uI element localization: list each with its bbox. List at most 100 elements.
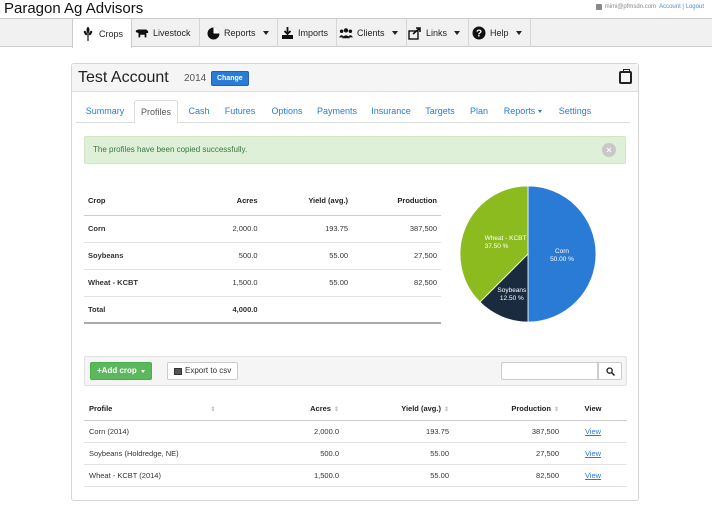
nav-imports[interactable]: Imports bbox=[272, 19, 338, 47]
pie-label: Soybeans bbox=[497, 287, 527, 294]
users-icon bbox=[339, 26, 353, 40]
profiles-toolbar: +Add crop Export to csv bbox=[84, 356, 627, 386]
profile-name: Wheat - KCBT (2014) bbox=[84, 464, 264, 487]
export-csv-button[interactable]: Export to csv bbox=[167, 362, 239, 380]
col-profile-label: Profile bbox=[89, 404, 113, 414]
search-button[interactable] bbox=[598, 362, 622, 380]
nav-imports-label: Imports bbox=[298, 28, 329, 38]
export-icon bbox=[174, 367, 182, 375]
success-alert: The profiles have been copied successful… bbox=[84, 136, 626, 164]
tab-options[interactable]: Options bbox=[269, 100, 305, 122]
col-yield-label: Yield (avg.) bbox=[401, 404, 441, 414]
col-profile[interactable]: Profile ⇕ bbox=[84, 398, 264, 421]
pie-percent-label: 12.50 % bbox=[500, 295, 524, 302]
profile-acres: 2,000.0 bbox=[264, 420, 339, 443]
nav-livestock-label: Livestock bbox=[153, 28, 191, 38]
table-row: Wheat - KCBT (2014) 1,500.0 55.00 82,500… bbox=[84, 464, 627, 487]
crop-yield: 55.00 bbox=[259, 269, 351, 297]
nav-clients[interactable]: Clients bbox=[331, 19, 407, 47]
chevron-down-icon bbox=[140, 369, 145, 373]
profile-production: 387,500 bbox=[449, 420, 559, 443]
pie-percent-label: 50.00 % bbox=[550, 256, 574, 263]
lock-icon bbox=[595, 4, 602, 10]
crop-summary-table: Crop Acres Yield (avg.) Production Corn … bbox=[84, 187, 441, 324]
search-icon bbox=[605, 366, 615, 376]
account-tabs: Summary Profiles Cash Futures Options Pa… bbox=[76, 100, 630, 123]
col-production-label: Production bbox=[511, 404, 551, 414]
svg-text:?: ? bbox=[476, 29, 482, 40]
tab-plan[interactable]: Plan bbox=[468, 100, 490, 122]
nav-crops[interactable]: Crops bbox=[72, 19, 133, 48]
chevron-down-icon bbox=[262, 31, 269, 35]
crop-name: Corn bbox=[84, 215, 203, 243]
profile-yield: 193.75 bbox=[339, 420, 449, 443]
account-header: Test Account 2014 Change bbox=[72, 64, 638, 92]
table-row: Corn (2014) 2,000.0 193.75 387,500 View bbox=[84, 420, 627, 443]
tab-summary[interactable]: Summary bbox=[84, 100, 126, 122]
main-navbar: Crops Livestock Reports Imports Clients … bbox=[0, 18, 712, 48]
profile-production: 27,500 bbox=[449, 442, 559, 465]
user-menu[interactable]: mimi@pfmsdn.com Account | Logout bbox=[595, 4, 704, 10]
add-crop-button[interactable]: +Add crop bbox=[90, 362, 152, 380]
tab-futures[interactable]: Futures bbox=[222, 100, 258, 122]
col-production[interactable]: Production ⇕ bbox=[449, 398, 559, 421]
profile-acres: 500.0 bbox=[264, 442, 339, 465]
nav-livestock[interactable]: Livestock bbox=[127, 19, 200, 47]
nav-reports[interactable]: Reports bbox=[198, 19, 278, 47]
sort-icon: ⇕ bbox=[210, 407, 216, 414]
account-links[interactable]: Account | Logout bbox=[659, 4, 704, 10]
view-link[interactable]: View bbox=[585, 427, 601, 436]
profile-acres: 1,500.0 bbox=[264, 464, 339, 487]
col-yield: Yield (avg.) bbox=[259, 187, 351, 216]
table-header-row: Crop Acres Yield (avg.) Production bbox=[84, 187, 441, 216]
nav-help[interactable]: ? Help bbox=[464, 19, 531, 47]
col-acres-label: Acres bbox=[310, 404, 331, 414]
crop-yield: 55.00 bbox=[259, 242, 351, 270]
col-yield[interactable]: Yield (avg.) ⇕ bbox=[339, 398, 449, 421]
nav-links-label: Links bbox=[426, 28, 448, 38]
view-link[interactable]: View bbox=[585, 449, 601, 458]
share-icon bbox=[408, 26, 422, 40]
table-row: Soybeans 500.0 55.00 27,500 bbox=[84, 242, 441, 270]
tab-cash[interactable]: Cash bbox=[186, 100, 212, 122]
briefcase-icon[interactable] bbox=[619, 69, 632, 84]
col-crop: Crop bbox=[84, 187, 203, 216]
search-input[interactable] bbox=[501, 362, 598, 380]
tab-insurance[interactable]: Insurance bbox=[369, 100, 413, 122]
table-row: Corn 2,000.0 193.75 387,500 bbox=[84, 215, 441, 243]
crop-name: Soybeans bbox=[84, 242, 203, 270]
crop-production: 82,500 bbox=[350, 269, 441, 297]
profile-production: 82,500 bbox=[449, 464, 559, 487]
col-acres[interactable]: Acres ⇕ bbox=[264, 398, 339, 421]
change-button[interactable]: Change bbox=[211, 71, 249, 86]
user-email: mimi@pfmsdn.com bbox=[604, 4, 657, 10]
table-header-row: Profile ⇕ Acres ⇕ Yield (avg.) ⇕ Production… bbox=[84, 398, 627, 421]
tab-targets[interactable]: Targets bbox=[422, 100, 458, 122]
table-row: Wheat - KCBT 1,500.0 55.00 82,500 bbox=[84, 269, 441, 297]
cow-icon bbox=[135, 26, 149, 40]
add-crop-label: +Add crop bbox=[97, 366, 137, 375]
tab-reports[interactable]: Reports bbox=[502, 100, 544, 122]
sort-icon: ⇕ bbox=[443, 407, 449, 414]
nav-links[interactable]: Links bbox=[400, 19, 470, 47]
sort-icon: ⇕ bbox=[553, 407, 559, 414]
view-link[interactable]: View bbox=[585, 471, 601, 480]
close-icon[interactable]: × bbox=[602, 143, 616, 157]
total-acres: 4,000.0 bbox=[202, 296, 260, 324]
tab-payments[interactable]: Payments bbox=[315, 100, 359, 122]
profile-yield: 55.00 bbox=[339, 442, 449, 465]
crop-yield: 193.75 bbox=[259, 215, 351, 243]
nav-clients-label: Clients bbox=[357, 28, 385, 38]
total-row: Total 4,000.0 bbox=[84, 296, 441, 324]
profile-yield: 55.00 bbox=[339, 464, 449, 487]
chevron-down-icon bbox=[515, 31, 522, 35]
crop-pie-chart: Corn50.00 % Soybeans12.50 % Wheat - KCBT37… bbox=[459, 185, 597, 323]
tab-reports-label: Reports bbox=[503, 106, 536, 116]
chevron-down-icon bbox=[454, 31, 461, 35]
profile-name: Soybeans (Holdredge, NE) bbox=[84, 442, 264, 465]
import-icon bbox=[280, 26, 294, 40]
tab-settings[interactable]: Settings bbox=[556, 100, 594, 122]
tab-profiles[interactable]: Profiles bbox=[134, 100, 178, 123]
pie-percent-label: 37.50 % bbox=[485, 243, 509, 250]
col-acres: Acres bbox=[202, 187, 260, 216]
